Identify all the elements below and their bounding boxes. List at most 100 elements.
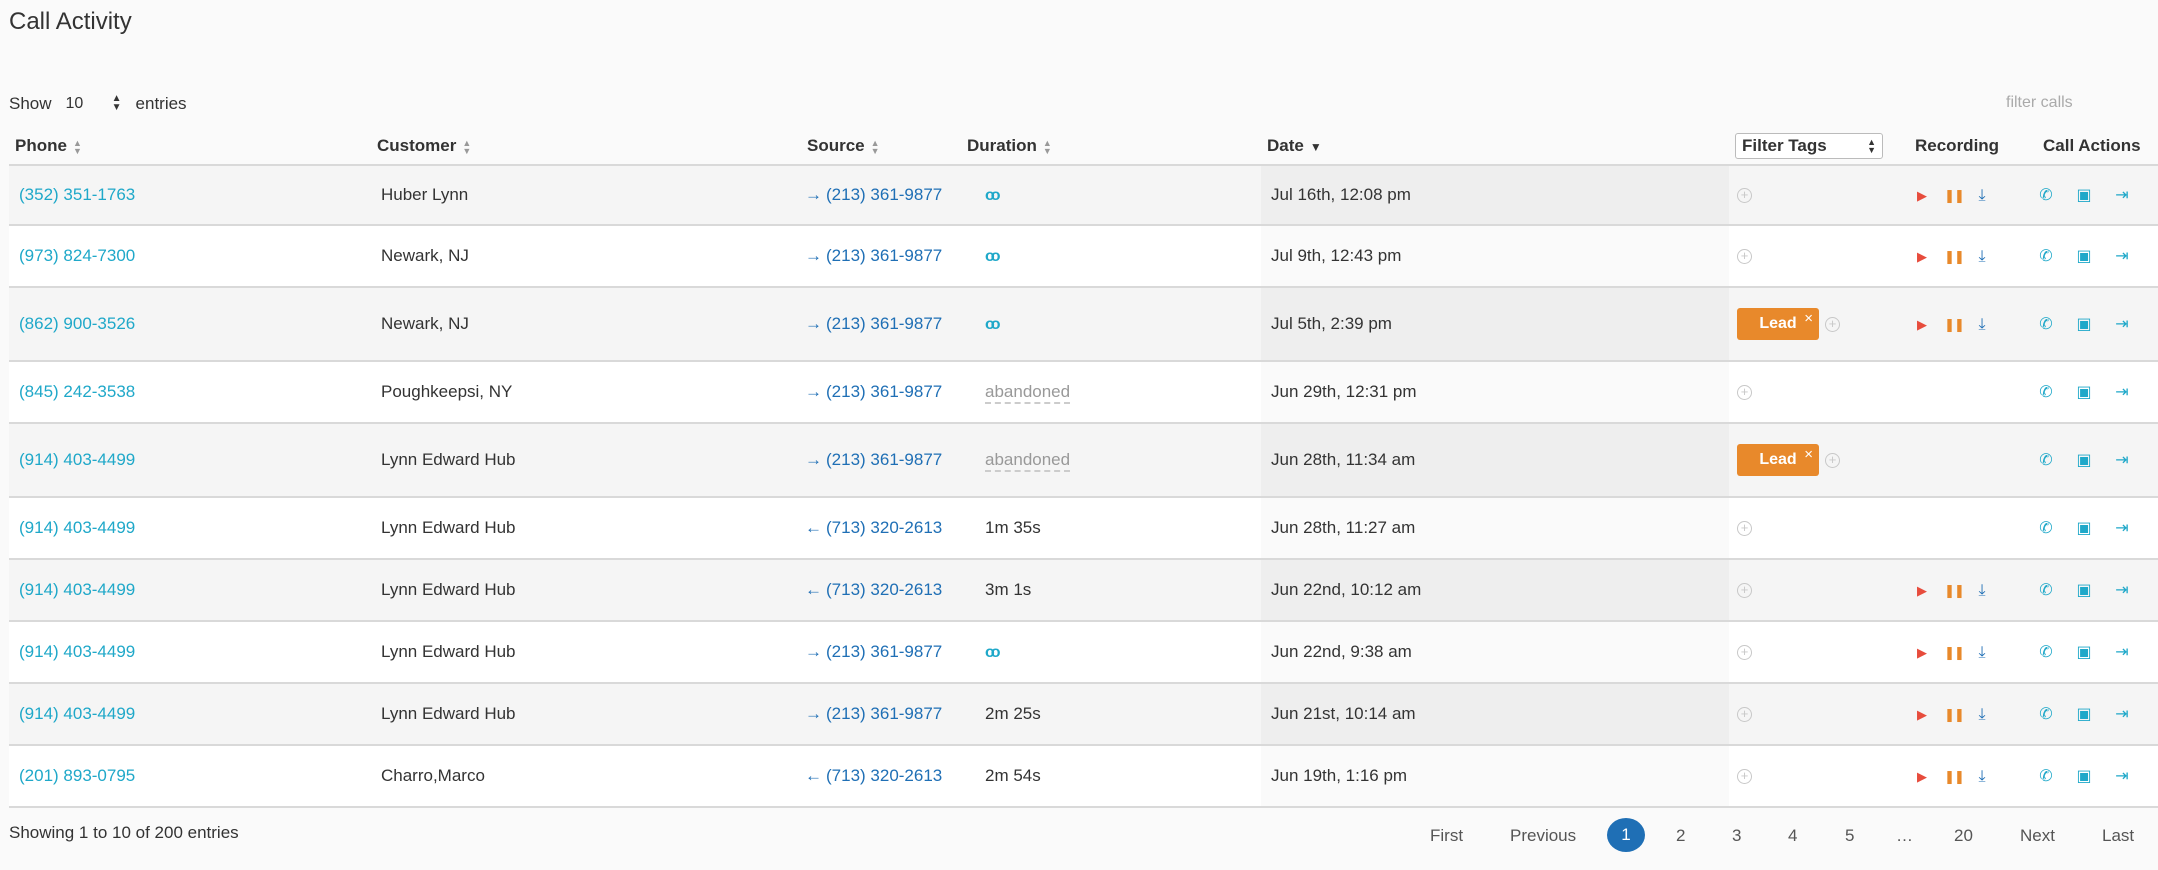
download-icon[interactable]: ⤓	[1969, 248, 1995, 266]
remove-tag-icon[interactable]: ×	[1804, 446, 1813, 463]
pause-icon[interactable]: ❚❚	[1939, 249, 1969, 265]
add-tag-icon[interactable]: +	[1825, 452, 1840, 468]
page-first[interactable]: First	[1430, 826, 1463, 846]
phone-icon[interactable]: ✆	[2027, 382, 2065, 402]
source-link[interactable]: (713) 320-2613	[826, 580, 942, 599]
chat-icon[interactable]: ▣	[2065, 382, 2103, 402]
add-tag-icon[interactable]: +	[1737, 188, 1752, 204]
phone-link[interactable]: (352) 351-1763	[19, 185, 135, 204]
transfer-icon[interactable]: ⇥	[2103, 642, 2141, 662]
filter-tags-select[interactable]: Filter Tags ▲ ▼	[1735, 133, 1883, 159]
phone-icon[interactable]: ✆	[2027, 642, 2065, 662]
transfer-icon[interactable]: ⇥	[2103, 314, 2141, 334]
play-icon[interactable]: ▶	[1905, 249, 1939, 265]
phone-link[interactable]: (973) 824-7300	[19, 246, 135, 265]
phone-link[interactable]: (201) 893-0795	[19, 766, 135, 785]
pause-icon[interactable]: ❚❚	[1939, 707, 1969, 723]
voicemail-icon[interactable]: oo	[985, 248, 1000, 265]
transfer-icon[interactable]: ⇥	[2103, 450, 2141, 470]
transfer-icon[interactable]: ⇥	[2103, 382, 2141, 402]
download-icon[interactable]: ⤓	[1969, 187, 1995, 205]
chat-icon[interactable]: ▣	[2065, 580, 2103, 600]
transfer-icon[interactable]: ⇥	[2103, 766, 2141, 786]
page-1[interactable]: 1	[1607, 818, 1645, 852]
pause-icon[interactable]: ❚❚	[1939, 583, 1969, 599]
play-icon[interactable]: ▶	[1905, 317, 1939, 333]
page-20[interactable]: 20	[1954, 826, 1973, 846]
phone-link[interactable]: (914) 403-4499	[19, 518, 135, 537]
chat-icon[interactable]: ▣	[2065, 518, 2103, 538]
source-link[interactable]: (213) 361-9877	[826, 382, 942, 401]
add-tag-icon[interactable]: +	[1737, 645, 1752, 661]
phone-icon[interactable]: ✆	[2027, 246, 2065, 266]
col-filter-tags[interactable]: Filter Tags ▲ ▼	[1729, 128, 1883, 165]
chat-icon[interactable]: ▣	[2065, 704, 2103, 724]
chat-icon[interactable]: ▣	[2065, 185, 2103, 205]
phone-link[interactable]: (914) 403-4499	[19, 642, 135, 661]
phone-icon[interactable]: ✆	[2027, 766, 2065, 786]
col-source[interactable]: Source ▲ ▼	[801, 128, 961, 165]
play-icon[interactable]: ▶	[1905, 707, 1939, 723]
add-tag-icon[interactable]: +	[1737, 769, 1752, 785]
transfer-icon[interactable]: ⇥	[2103, 185, 2141, 205]
col-phone[interactable]: Phone ▲ ▼	[9, 128, 371, 165]
phone-icon[interactable]: ✆	[2027, 314, 2065, 334]
phone-link[interactable]: (862) 900-3526	[19, 314, 135, 333]
remove-tag-icon[interactable]: ×	[1804, 310, 1813, 327]
add-tag-icon[interactable]: +	[1737, 385, 1752, 401]
source-link[interactable]: (213) 361-9877	[826, 642, 942, 661]
page-previous[interactable]: Previous	[1510, 826, 1576, 846]
play-icon[interactable]: ▶	[1905, 188, 1939, 204]
tag-lead[interactable]: Lead ×	[1737, 308, 1819, 340]
chat-icon[interactable]: ▣	[2065, 642, 2103, 662]
play-icon[interactable]: ▶	[1905, 583, 1939, 599]
download-icon[interactable]: ⤓	[1969, 706, 1995, 724]
phone-icon[interactable]: ✆	[2027, 450, 2065, 470]
phone-link[interactable]: (914) 403-4499	[19, 450, 135, 469]
phone-icon[interactable]: ✆	[2027, 580, 2065, 600]
play-icon[interactable]: ▶	[1905, 769, 1939, 785]
source-link[interactable]: (213) 361-9877	[826, 450, 942, 469]
chat-icon[interactable]: ▣	[2065, 314, 2103, 334]
add-tag-icon[interactable]: +	[1737, 249, 1752, 265]
chat-icon[interactable]: ▣	[2065, 450, 2103, 470]
download-icon[interactable]: ⤓	[1969, 582, 1995, 600]
transfer-icon[interactable]: ⇥	[2103, 704, 2141, 724]
download-icon[interactable]: ⤓	[1969, 644, 1995, 662]
phone-link[interactable]: (845) 242-3538	[19, 382, 135, 401]
chat-icon[interactable]: ▣	[2065, 766, 2103, 786]
phone-link[interactable]: (914) 403-4499	[19, 704, 135, 723]
pause-icon[interactable]: ❚❚	[1939, 188, 1969, 204]
page-3[interactable]: 3	[1732, 826, 1741, 846]
col-customer[interactable]: Customer ▲ ▼	[371, 128, 801, 165]
page-last[interactable]: Last	[2102, 826, 2134, 846]
source-link[interactable]: (213) 361-9877	[826, 246, 942, 265]
transfer-icon[interactable]: ⇥	[2103, 518, 2141, 538]
source-link[interactable]: (213) 361-9877	[826, 314, 942, 333]
entries-select[interactable]: 10 ▲ ▼	[62, 92, 124, 116]
col-date[interactable]: Date ▼	[1261, 128, 1729, 165]
page-next[interactable]: Next	[2020, 826, 2055, 846]
page-2[interactable]: 2	[1676, 826, 1685, 846]
phone-icon[interactable]: ✆	[2027, 704, 2065, 724]
pause-icon[interactable]: ❚❚	[1939, 769, 1969, 785]
source-link[interactable]: (713) 320-2613	[826, 766, 942, 785]
phone-icon[interactable]: ✆	[2027, 185, 2065, 205]
tag-lead[interactable]: Lead ×	[1737, 444, 1819, 476]
voicemail-icon[interactable]: oo	[985, 644, 1000, 661]
phone-icon[interactable]: ✆	[2027, 518, 2065, 538]
pause-icon[interactable]: ❚❚	[1939, 645, 1969, 661]
phone-link[interactable]: (914) 403-4499	[19, 580, 135, 599]
page-4[interactable]: 4	[1788, 826, 1797, 846]
chat-icon[interactable]: ▣	[2065, 246, 2103, 266]
pause-icon[interactable]: ❚❚	[1939, 317, 1969, 333]
add-tag-icon[interactable]: +	[1737, 521, 1752, 537]
transfer-icon[interactable]: ⇥	[2103, 246, 2141, 266]
add-tag-icon[interactable]: +	[1737, 583, 1752, 599]
play-icon[interactable]: ▶	[1905, 645, 1939, 661]
source-link[interactable]: (213) 361-9877	[826, 185, 942, 204]
source-link[interactable]: (713) 320-2613	[826, 518, 942, 537]
source-link[interactable]: (213) 361-9877	[826, 704, 942, 723]
transfer-icon[interactable]: ⇥	[2103, 580, 2141, 600]
page-5[interactable]: 5	[1845, 826, 1854, 846]
